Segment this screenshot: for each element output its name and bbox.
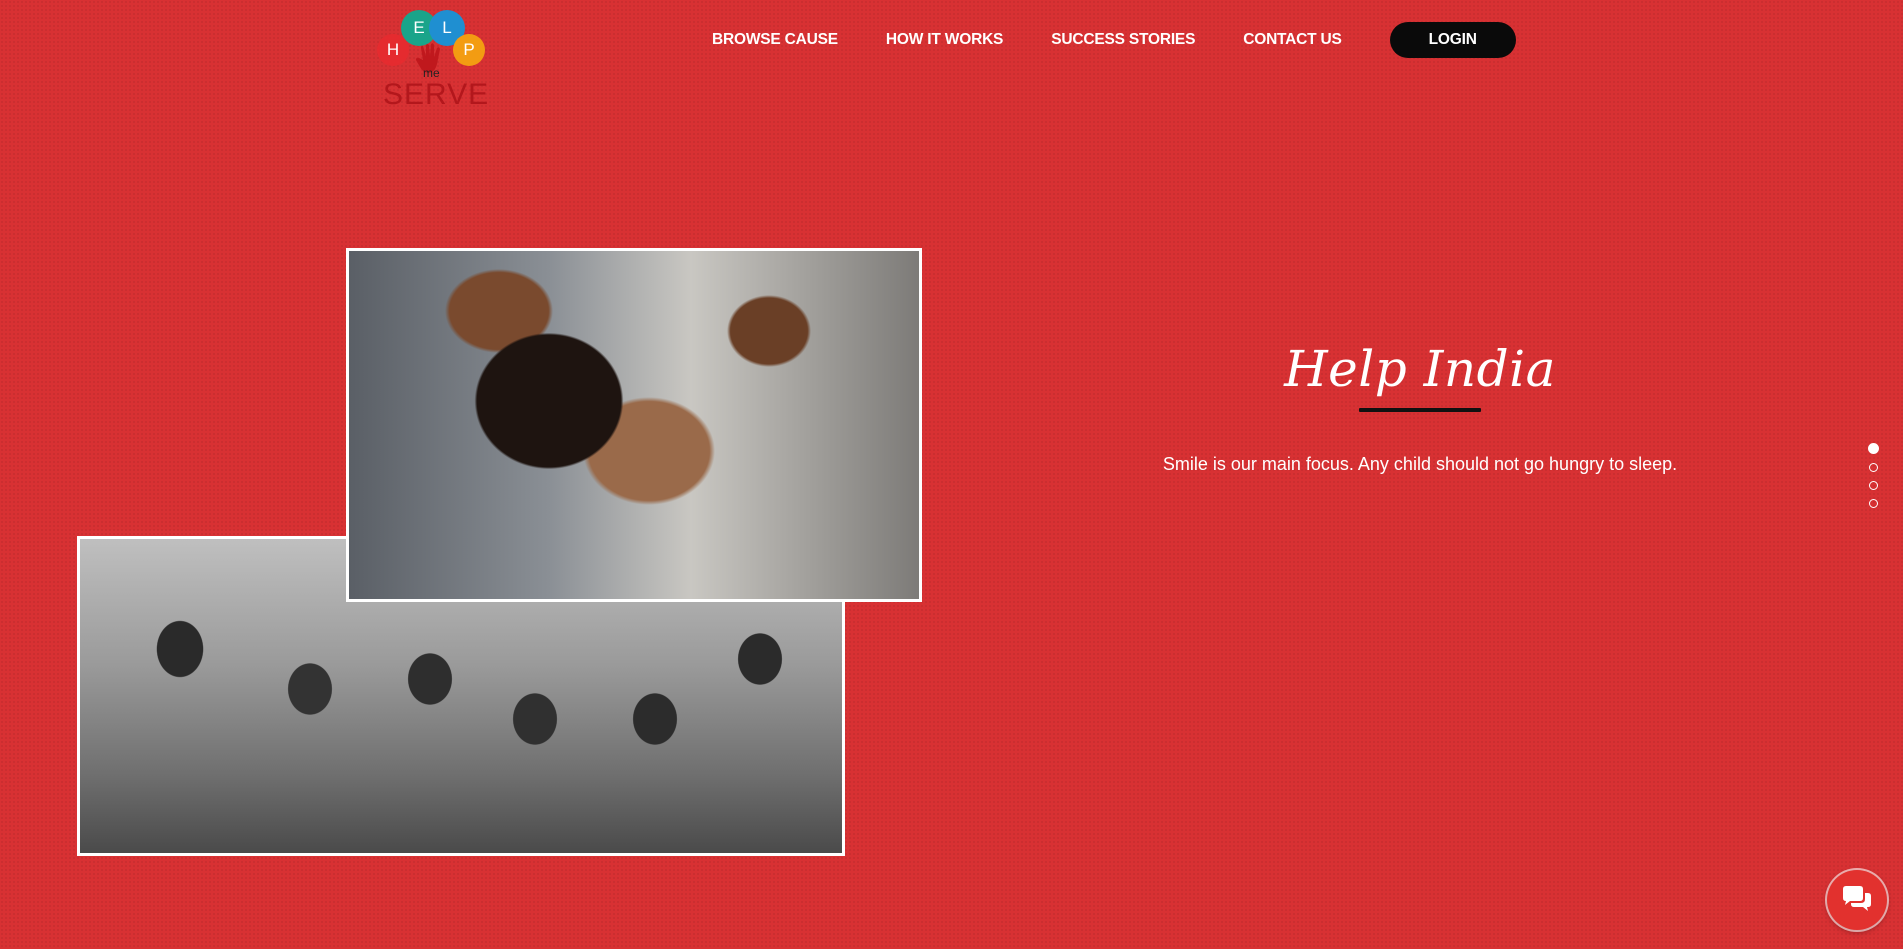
slider-dot-1[interactable] [1868, 443, 1879, 454]
logo-serve-text: SERVE [383, 78, 490, 111]
chat-bubbles-icon [1843, 886, 1871, 911]
hero-section: Help India Smile is our main focus. Any … [1110, 340, 1730, 475]
nav-how-it-works[interactable]: HOW IT WORKS [886, 31, 1003, 49]
slider-dot-2[interactable] [1869, 463, 1878, 472]
nav-browse-cause[interactable]: BROWSE CAUSE [712, 31, 838, 49]
chat-button[interactable] [1827, 870, 1887, 930]
site-logo[interactable]: H E L P me SERVE [373, 6, 490, 111]
child-polio-drops-photo [346, 248, 922, 602]
main-nav: BROWSE CAUSE HOW IT WORKS SUCCESS STORIE… [712, 20, 1564, 60]
logo-letter-p: P [453, 34, 485, 66]
slider-dot-4[interactable] [1869, 499, 1878, 508]
nav-contact-us[interactable]: CONTACT US [1243, 31, 1342, 49]
hero-subtitle: Smile is our main focus. Any child shoul… [1162, 454, 1678, 474]
slider-dots [1868, 443, 1879, 517]
login-button[interactable]: LOGIN [1389, 22, 1516, 58]
hero-title-underline [1359, 408, 1481, 412]
nav-success-stories[interactable]: SUCCESS STORIES [1051, 31, 1195, 49]
hero-title: Help India [1284, 340, 1556, 398]
slider-dot-3[interactable] [1869, 481, 1878, 490]
